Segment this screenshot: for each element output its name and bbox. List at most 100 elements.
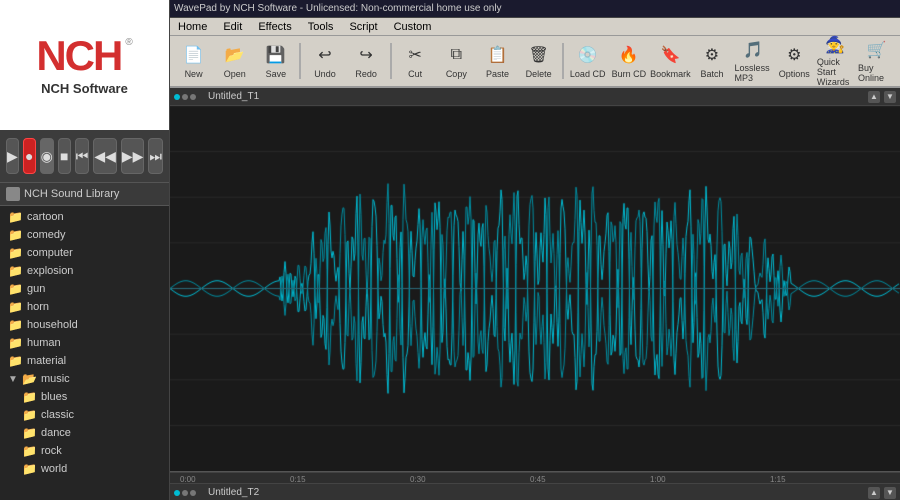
toolbar-paste-label: Paste — [486, 69, 509, 79]
folder-icon: 📁 — [8, 336, 23, 350]
app-titlebar: WavePad by NCH Software - Unlicensed: No… — [170, 0, 900, 18]
svg-text:0:30: 0:30 — [410, 475, 426, 484]
play-button[interactable]: ▶ — [6, 138, 19, 174]
batch-icon: ⚙ — [700, 43, 724, 67]
tree-label: gun — [27, 283, 45, 295]
tree-item-classic[interactable]: 📁 classic — [0, 406, 169, 424]
folder-icon: 📁 — [8, 318, 23, 332]
track-1-waveform[interactable] — [170, 106, 900, 471]
folder-icon: 📁 — [22, 390, 37, 404]
tree-item-human[interactable]: 📁 human — [0, 334, 169, 352]
tree-item-explosion[interactable]: 📁 explosion — [0, 262, 169, 280]
menu-edit[interactable]: Edit — [219, 21, 246, 33]
registered-mark: ® — [125, 37, 132, 48]
rewind-start-button[interactable]: ⏮ — [75, 138, 90, 174]
toolbar-batch[interactable]: ⚙ Batch — [692, 38, 731, 84]
toolbar-save[interactable]: 💾 Save — [256, 38, 295, 84]
menu-custom[interactable]: Custom — [390, 21, 436, 33]
burncd-icon: 🔥 — [617, 43, 641, 67]
folder-icon: 📁 — [22, 444, 37, 458]
track-1-actions: ▲ ▼ — [868, 91, 896, 103]
library-icon — [6, 187, 20, 201]
toolbar-bookmark[interactable]: 🔖 Bookmark — [650, 38, 690, 84]
folder-icon: 📁 — [22, 462, 37, 476]
record-button[interactable]: ● — [23, 138, 36, 174]
toolbar-burncd-label: Burn CD — [612, 69, 647, 79]
toolbar-cut[interactable]: ✂ Cut — [396, 38, 435, 84]
tree-item-dance[interactable]: 📁 dance — [0, 424, 169, 442]
tree-label: cartoon — [27, 211, 64, 223]
delete-icon: 🗑 — [527, 43, 551, 67]
tree-item-horn[interactable]: 📁 horn — [0, 298, 169, 316]
menu-script[interactable]: Script — [345, 21, 381, 33]
toolbar-paste[interactable]: 📋 Paste — [478, 38, 517, 84]
menu-home[interactable]: Home — [174, 21, 211, 33]
open-icon: 📂 — [223, 43, 247, 67]
toolbar-buyonline[interactable]: 🛒 Buy Online — [857, 38, 896, 84]
track-1-scroll-down[interactable]: ▼ — [884, 91, 896, 103]
tree-item-material[interactable]: 📁 material — [0, 352, 169, 370]
quickstart-icon: 🧙 — [823, 35, 847, 55]
stop-button[interactable]: ■ — [58, 138, 71, 174]
loadcd-icon: 💿 — [576, 43, 600, 67]
toolbar-burncd[interactable]: 🔥 Burn CD — [609, 38, 648, 84]
toolbar-loadcd[interactable]: 💿 Load CD — [568, 38, 607, 84]
tree-label: blues — [41, 391, 67, 403]
tree-label: rock — [41, 445, 62, 457]
menu-tools[interactable]: Tools — [304, 21, 338, 33]
track-1-dot — [174, 94, 180, 100]
rewind-button[interactable]: ◀◀ — [93, 138, 117, 174]
left-panel: NCH ® NCH Software ▶ ● ◉ ■ ⏮ ◀◀ ▶▶ ⏭ NCH… — [0, 0, 170, 500]
folder-icon: 📁 — [8, 354, 23, 368]
folder-icon: 📁 — [8, 264, 23, 278]
track-2: Untitled_T2 ▲ ▼ — [170, 484, 900, 500]
track-2-scroll-up[interactable]: ▲ — [868, 487, 880, 499]
toolbar-new[interactable]: 📄 New — [174, 38, 213, 84]
tree-item-gun[interactable]: 📁 gun — [0, 280, 169, 298]
toolbar-quickstart[interactable]: 🧙 Quick Start Wizards — [816, 38, 855, 84]
nch-letters: NCH — [36, 35, 121, 77]
library-tree: 📁 cartoon 📁 comedy 📁 computer 📁 explosio… — [0, 206, 169, 500]
library-header: NCH Sound Library — [0, 183, 169, 206]
tree-item-comedy[interactable]: 📁 comedy — [0, 226, 169, 244]
logo-area: NCH ® NCH Software — [0, 0, 169, 130]
toolbar-open-label: Open — [224, 69, 246, 79]
toolbar-redo[interactable]: ↪ Redo — [347, 38, 386, 84]
menubar: Home Edit Effects Tools Script Custom — [170, 18, 900, 36]
tree-item-blues[interactable]: 📁 blues — [0, 388, 169, 406]
toolbar-copy-label: Copy — [446, 69, 467, 79]
monitor-button[interactable]: ◉ — [40, 138, 54, 174]
end-button[interactable]: ⏭ — [148, 138, 163, 174]
track-2-dot — [174, 490, 180, 496]
toolbar-loadcd-label: Load CD — [570, 69, 606, 79]
tree-item-household[interactable]: 📁 household — [0, 316, 169, 334]
tree-item-cartoon[interactable]: 📁 cartoon — [0, 208, 169, 226]
toolbar-delete[interactable]: 🗑 Delete — [519, 38, 558, 84]
tree-label: human — [27, 337, 61, 349]
fastforward-button[interactable]: ▶▶ — [121, 138, 145, 174]
bookmark-icon: 🔖 — [658, 43, 682, 67]
toolbar-bookmark-label: Bookmark — [650, 69, 691, 79]
folder-icon: 📁 — [8, 228, 23, 242]
tree-item-music[interactable]: ▼ 📂 music — [0, 370, 169, 388]
folder-icon: 📁 — [8, 210, 23, 224]
svg-text:0:45: 0:45 — [530, 475, 546, 484]
menu-effects[interactable]: Effects — [254, 21, 295, 33]
toolbar-open[interactable]: 📂 Open — [215, 38, 254, 84]
toolbar-copy[interactable]: ⧉ Copy — [437, 38, 476, 84]
tree-item-computer[interactable]: 📁 computer — [0, 244, 169, 262]
toolbar-undo[interactable]: ↩ Undo — [305, 38, 344, 84]
tree-label: classic — [41, 409, 74, 421]
cut-icon: ✂ — [403, 43, 427, 67]
tree-item-rock[interactable]: 📁 rock — [0, 442, 169, 460]
losslessmp3-icon: 🎵 — [741, 39, 765, 61]
tree-label: horn — [27, 301, 49, 313]
toolbar-losslessmp3[interactable]: 🎵 Lossless MP3 — [734, 38, 773, 84]
track-2-scroll-down[interactable]: ▼ — [884, 487, 896, 499]
folder-icon: 📁 — [8, 300, 23, 314]
track-1-scroll-up[interactable]: ▲ — [868, 91, 880, 103]
redo-icon: ↪ — [354, 43, 378, 67]
tree-item-world[interactable]: 📁 world — [0, 460, 169, 478]
toolbar-options[interactable]: ⚙ Options — [775, 38, 814, 84]
tree-label: world — [41, 463, 67, 475]
